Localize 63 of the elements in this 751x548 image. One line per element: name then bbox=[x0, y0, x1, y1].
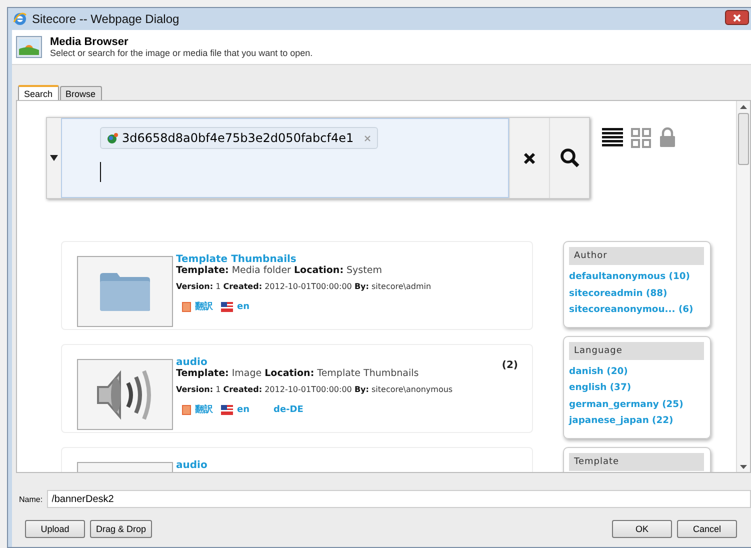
facet-link[interactable]: german_germany (25) bbox=[569, 396, 704, 413]
facet-link[interactable]: sitecoreanonymou... (6) bbox=[569, 302, 704, 318]
page-icon bbox=[182, 404, 191, 414]
facet-link[interactable]: sitecoreadmin (88) bbox=[569, 286, 704, 302]
facet-title: Template bbox=[569, 452, 704, 470]
text-cursor bbox=[100, 162, 101, 182]
facet-link[interactable]: japanese_japan (22) bbox=[569, 413, 704, 430]
scroll-thumb[interactable] bbox=[738, 113, 749, 165]
search-field[interactable]: 3d6658d8a0bf4e75b3e2d050fabcf4e1 bbox=[61, 118, 509, 198]
language-link[interactable]: en bbox=[237, 302, 250, 312]
result-details: Template: Media folder Location: System bbox=[176, 265, 383, 277]
facet-link[interactable]: defaultanonymous (10) bbox=[569, 269, 704, 286]
page-icon bbox=[182, 302, 191, 312]
result-title-link[interactable]: Template Thumbnails bbox=[176, 254, 432, 265]
facet-title: Author bbox=[569, 247, 704, 265]
tab[interactable]: Search bbox=[18, 85, 59, 100]
language-link[interactable]: de-DE bbox=[274, 404, 304, 414]
folder-icon bbox=[99, 272, 151, 312]
result-title-link[interactable]: audio bbox=[176, 357, 453, 368]
facet-link[interactable]: danish (20) bbox=[569, 364, 704, 380]
scroll-down-icon bbox=[740, 465, 747, 469]
facet-title: Language bbox=[569, 342, 704, 360]
grid-view-icon[interactable] bbox=[631, 128, 651, 148]
search-button[interactable] bbox=[549, 118, 589, 198]
dialog-button[interactable]: Upload bbox=[25, 520, 85, 538]
dropdown-button[interactable] bbox=[47, 118, 61, 198]
language-link[interactable]: 翻訳 bbox=[195, 300, 213, 313]
result-meta: Version: 1 Created: 2012-10-01T00:00:00 By: sitecore\anonymous bbox=[176, 385, 453, 394]
scrollbar[interactable] bbox=[736, 101, 750, 472]
dialog-button[interactable]: Drag & Drop bbox=[90, 520, 152, 538]
window-title: Sitecore -- Webpage Dialog bbox=[32, 12, 180, 26]
flag-icon bbox=[221, 302, 233, 312]
version-count: (2) bbox=[502, 360, 518, 371]
close-icon bbox=[523, 152, 536, 164]
result-meta: Version: 1 Created: 2012-10-01T00:00:00 By: sitecore\admin bbox=[176, 282, 432, 291]
caret-icon bbox=[50, 155, 58, 161]
tab[interactable]: Browse bbox=[60, 86, 102, 100]
facet-link[interactable]: english (37) bbox=[569, 380, 704, 396]
result-details: Template: Image Location: Template Thumbnails bbox=[176, 368, 420, 380]
dialog-button[interactable]: Cancel bbox=[677, 520, 737, 538]
name-field[interactable]: /bannerDesk2 bbox=[46, 490, 751, 508]
scroll-up-icon bbox=[740, 105, 747, 109]
token-text: 3d6658d8a0bf4e75b3e2d050fabcf4e1 bbox=[122, 131, 354, 145]
lock-icon[interactable] bbox=[659, 127, 676, 148]
close-icon bbox=[733, 14, 741, 22]
name-label: Name: bbox=[19, 494, 43, 504]
thumbnail[interactable] bbox=[77, 256, 173, 327]
landscape-icon bbox=[16, 36, 42, 58]
globe-icon bbox=[107, 132, 118, 144]
language-link[interactable]: en bbox=[237, 404, 250, 414]
language-link[interactable]: 翻訳 bbox=[195, 403, 213, 416]
list-view-icon[interactable] bbox=[602, 128, 623, 148]
thumbnail[interactable] bbox=[77, 359, 173, 430]
clear-button[interactable] bbox=[509, 118, 549, 198]
search-icon bbox=[560, 148, 580, 168]
dialog-button[interactable]: OK bbox=[612, 520, 672, 538]
result-title-link[interactable]: audio bbox=[176, 460, 208, 471]
dialog-subtitle: Select or search for the image or media file that you want to open. bbox=[50, 48, 313, 58]
close-icon bbox=[364, 134, 371, 142]
close-button[interactable] bbox=[725, 10, 749, 25]
flag-icon bbox=[221, 404, 233, 414]
browser-icon bbox=[13, 12, 27, 26]
dialog-title: Media Browser bbox=[50, 36, 130, 48]
